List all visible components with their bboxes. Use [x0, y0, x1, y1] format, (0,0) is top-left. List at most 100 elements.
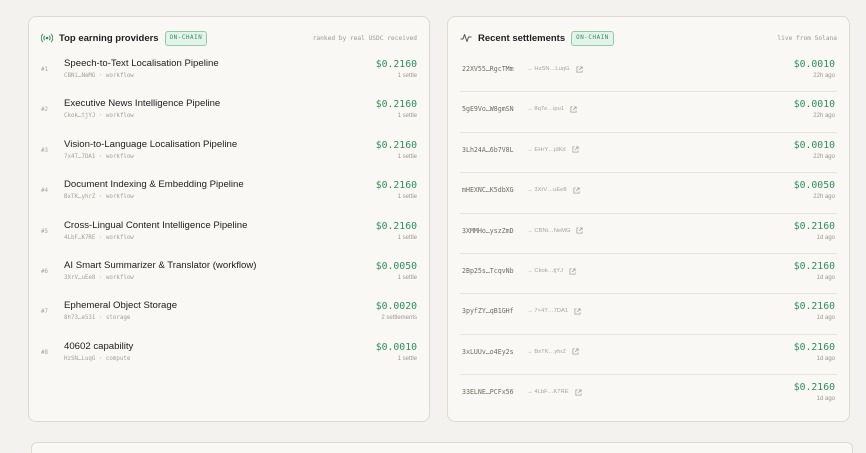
settlement-time: 1d ago [816, 315, 835, 322]
settlement-amount: $0.2160 [793, 341, 835, 353]
provider-settle-count: 1 settle [397, 73, 417, 79]
settlement-provider: → EHrY…jdKd [527, 146, 579, 153]
settlement-time: 1d ago [816, 274, 835, 281]
settlement-time: 1d ago [816, 396, 835, 403]
provider-rank: #2 [41, 107, 48, 114]
provider-address: → 4LbF…K7RE [527, 389, 569, 396]
provider-row[interactable]: #5 Cross-Lingual Content Intelligence Pip… [41, 214, 417, 254]
provider-settle-count: 1 settle [397, 153, 417, 160]
provider-rank: #5 [41, 228, 48, 235]
provider-id: 3XrV…uEe8 · workflow [64, 274, 134, 281]
tx-signature[interactable]: 3xLUUv…o4Ey2s [462, 348, 514, 356]
settlements-header: Recent settlements ON-CHAIN live from So… [460, 30, 837, 46]
provider-address: → HzSN…LuqG [527, 66, 570, 73]
provider-id: 8h73…e531 · storage [64, 315, 131, 322]
activity-icon [460, 32, 472, 44]
settlement-time: 1d ago [816, 234, 835, 241]
settlement-provider: → Ckok…tjYJ [527, 268, 576, 275]
settlement-amount: $0.2160 [793, 260, 835, 272]
settlement-row[interactable]: mHEXNC…K5dbXG → 3XrV…uEe8 $0.0050 22h ago [460, 173, 837, 214]
tx-signature[interactable]: 5gE9Vo…W8gmSN [462, 105, 514, 113]
settlements-title: Recent settlements [478, 32, 566, 44]
settlement-row[interactable]: 3xLUUv…o4Ey2s → BxTK…yhrZ $0.2160 1d ago [460, 335, 837, 376]
settlement-provider: → 4LbF…K7RE [527, 389, 582, 396]
provider-rank: #4 [41, 188, 48, 195]
tx-signature[interactable]: 2Bp25s…TcqvNb [462, 267, 514, 275]
settlement-provider: → HzSN…LuqG [527, 66, 583, 73]
settlement-amount: $0.0010 [793, 59, 835, 70]
tx-signature[interactable]: 3pyfZY…qB1GHf [462, 307, 514, 315]
providers-note: ranked by real USDC received [312, 34, 417, 42]
provider-row[interactable]: #6 AI Smart Summarizer & Translator (work… [41, 254, 417, 294]
settlement-time: 22h ago [813, 73, 835, 79]
provider-name[interactable]: Ephemeral Object Storage [64, 300, 177, 311]
settlement-row[interactable]: 3pyfZY…qB1GHf → 7×4T…7DA1 $0.2160 1d ago [460, 294, 837, 335]
provider-name[interactable]: AI Smart Summarizer & Translator (workfl… [64, 260, 256, 271]
provider-name[interactable]: 40602 capability [64, 341, 133, 352]
provider-id: 4LbF…K7RE · workflow [64, 234, 134, 241]
top-earning-providers-card: Top earning providers ON-CHAIN ranked by… [28, 16, 430, 422]
external-link-icon[interactable] [569, 268, 576, 275]
settlement-amount: $0.2160 [793, 382, 835, 394]
tx-signature[interactable]: mHEXNC…K5dbXG [462, 186, 514, 194]
settlement-amount: $0.0050 [793, 180, 835, 192]
provider-row[interactable]: #8 40602 capability HzSN…LuqG · compute $0.… [41, 335, 417, 375]
settlement-time: 22h ago [813, 113, 835, 120]
provider-name[interactable]: Speech-to-Text Localisation Pipeline [64, 58, 219, 69]
recent-settlements-card: Recent settlements ON-CHAIN live from So… [447, 16, 850, 422]
provider-address: → CBNi…NeMG [527, 227, 571, 234]
tx-signature[interactable]: 3Lh24A…6b7V8L [462, 146, 514, 154]
tx-signature[interactable]: 33ELNE…PCFx56 [462, 388, 514, 396]
provider-rank: #1 [41, 67, 48, 73]
provider-name[interactable]: Document Indexing & Embedding Pipeline [64, 179, 244, 190]
external-link-icon[interactable] [576, 227, 584, 234]
on-chain-badge: ON-CHAIN [164, 30, 208, 46]
settlement-row[interactable]: 33ELNE…PCFx56 → 4LbF…K7RE $0.2160 1d ago [460, 375, 837, 415]
settlement-amount: $0.2160 [793, 220, 835, 232]
provider-row[interactable]: #4 Document Indexing & Embedding Pipeline… [41, 173, 417, 213]
tx-signature[interactable]: 22XV55…RgcTMm [462, 65, 514, 73]
provider-row[interactable]: #2 Executive News Intelligence Pipeline Ck… [41, 92, 417, 132]
providers-header: Top earning providers ON-CHAIN ranked by… [41, 30, 417, 46]
external-link-icon[interactable] [574, 308, 581, 315]
provider-amount: $0.2160 [375, 180, 417, 192]
settlement-row[interactable]: 5gE9Vo…W8gmSN → 8q7e…ipu1 $0.0010 22h ago [460, 92, 837, 133]
settlement-provider: → CBNi…NeMG [527, 227, 584, 234]
external-link-icon[interactable] [572, 348, 579, 355]
provider-name[interactable]: Cross-Lingual Content Intelligence Pipel… [64, 220, 247, 231]
provider-id: HzSN…LuqG · compute [64, 355, 131, 362]
provider-row[interactable]: #1 Speech-to-Text Localisation Pipeline CB… [41, 52, 417, 92]
provider-address: → 3XrV…uEe8 [527, 187, 567, 194]
settlement-time: 22h ago [813, 153, 835, 160]
external-link-icon[interactable] [576, 66, 583, 73]
settlement-amount: $0.2160 [793, 301, 835, 313]
settlement-row[interactable]: 2Bp25s…TcqvNb → Ckok…tjYJ $0.2160 1d ago [460, 254, 837, 295]
provider-name[interactable]: Vision-to-Language Localisation Pipeline [64, 139, 237, 150]
provider-address: → 8q7e…ipu1 [527, 106, 565, 113]
provider-row[interactable]: #3 Vision-to-Language Localisation Pipeli… [41, 133, 417, 173]
provider-settle-count: 1 settle [397, 274, 417, 281]
settlement-provider: → 7×4T…7DA1 [527, 308, 581, 315]
provider-settle-count: 1 settle [397, 355, 417, 362]
external-link-icon[interactable] [575, 389, 582, 396]
settlement-row[interactable]: 3XMMHo…yszZmD → CBNi…NeMG $0.2160 1d ago [460, 214, 837, 254]
provider-id: CBNi…NeMG · workflow [64, 73, 134, 79]
provider-address: → BxTK…yhrZ [527, 348, 566, 355]
provider-settle-count: 1 settle [397, 113, 417, 120]
settlements-list: 22XV55…RgcTMm → HzSN…LuqG $0.0010 22h ago 5g… [448, 52, 849, 416]
external-link-icon[interactable] [573, 187, 580, 194]
external-link-icon[interactable] [570, 106, 577, 113]
provider-rank: #8 [41, 349, 48, 356]
provider-row[interactable]: #7 Ephemeral Object Storage 8h73…e531 · st… [41, 294, 417, 334]
tx-signature[interactable]: 3XMMHo…yszZmD [462, 227, 514, 235]
settlement-row[interactable]: 22XV55…RgcTMm → HzSN…LuqG $0.0010 22h ago [460, 52, 837, 93]
settlement-row[interactable]: 3Lh24A…6b7V8L → EHrY…jdKd $0.0010 22h ago [460, 133, 837, 174]
settlement-provider: → BxTK…yhrZ [527, 348, 579, 355]
provider-amount: $0.2160 [375, 220, 417, 232]
settlement-provider: → 3XrV…uEe8 [527, 187, 580, 194]
provider-amount: $0.0050 [375, 260, 417, 272]
external-link-icon[interactable] [572, 146, 579, 153]
provider-settle-count: 1 settle [397, 234, 417, 241]
provider-amount: $0.0020 [375, 301, 417, 313]
provider-name[interactable]: Executive News Intelligence Pipeline [64, 98, 220, 109]
